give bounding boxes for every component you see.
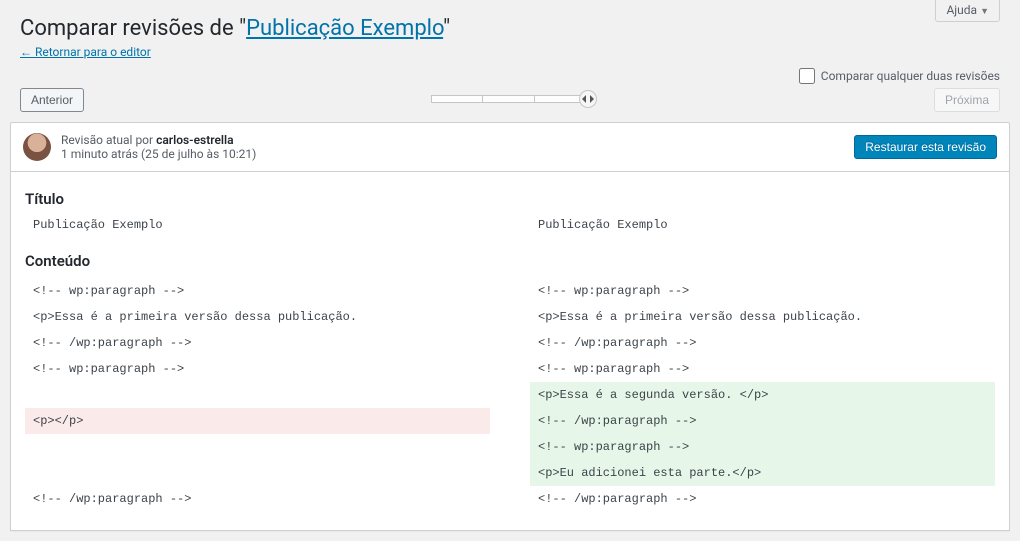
title-right: Publicação Exemplo — [530, 216, 995, 234]
diff-left-cell: <!-- /wp:paragraph --> — [25, 486, 490, 512]
diff-left-cell: <p>Essa é a primeira versão dessa public… — [25, 304, 490, 330]
revision-slider-wrap — [84, 95, 934, 105]
diff-left-cell — [25, 382, 490, 408]
revision-time-absolute: (25 de julho às 10:21) — [138, 147, 256, 161]
previous-button[interactable]: Anterior — [20, 88, 84, 112]
diff-right-cell: <p>Eu adicionei esta parte.</p> — [530, 460, 995, 486]
title-left: Publicação Exemplo — [25, 216, 490, 234]
chevron-down-icon: ▼ — [980, 7, 989, 17]
revision-meta-bar: Revisão atual por carlos-estrella 1 minu… — [10, 122, 1010, 172]
diff-left-cell: <p></p> — [25, 408, 490, 434]
revision-slider[interactable] — [431, 95, 587, 105]
page-title: Comparar revisões de "Publicação Exemplo… — [20, 16, 1000, 41]
content-diff: <!-- wp:paragraph --> <!-- wp:paragraph -… — [25, 278, 995, 512]
diff-left-cell: <!-- wp:paragraph --> — [25, 278, 490, 304]
diff-section-content: Conteúdo — [25, 252, 995, 270]
diff-right-cell: <!-- wp:paragraph --> — [530, 278, 995, 304]
page-title-suffix: " — [443, 16, 450, 41]
next-button: Próxima — [934, 88, 1000, 112]
revision-time-relative: 1 minuto atrás — [61, 147, 138, 161]
diff-left-cell — [25, 434, 490, 460]
diff-right-cell: <!-- wp:paragraph --> — [530, 434, 995, 460]
revision-meta-text: Revisão atual por carlos-estrella 1 minu… — [61, 133, 256, 161]
diff-right-cell: <!-- /wp:paragraph --> — [530, 330, 995, 356]
avatar — [23, 133, 51, 161]
slider-segment — [483, 95, 535, 103]
revision-author: carlos-estrella — [156, 133, 234, 147]
help-tab[interactable]: Ajuda▼ — [935, 0, 1000, 22]
diff-right-cell: <!-- wp:paragraph --> — [530, 356, 995, 382]
diff-section-title: Título — [25, 190, 995, 208]
page-title-prefix: Comparar revisões de " — [20, 16, 246, 41]
diff-right-cell: <!-- /wp:paragraph --> — [530, 486, 995, 512]
return-to-editor-link[interactable]: ← Retornar para o editor — [20, 45, 151, 59]
diff-right-cell: <p>Essa é a primeira versão dessa public… — [530, 304, 995, 330]
diff-left-cell — [25, 460, 490, 486]
diff-left-cell: <!-- wp:paragraph --> — [25, 356, 490, 382]
title-diff: Publicação Exemplo Publicação Exemplo — [25, 216, 995, 234]
diff-left-cell: <!-- /wp:paragraph --> — [25, 330, 490, 356]
diff-panel: Título Publicação Exemplo Publicação Exe… — [10, 172, 1010, 531]
restore-revision-button[interactable]: Restaurar esta revisão — [854, 135, 997, 159]
slider-handle[interactable] — [579, 90, 597, 108]
revision-meta-prefix: Revisão atual por — [61, 133, 156, 147]
diff-right-cell: <!-- /wp:paragraph --> — [530, 408, 995, 434]
post-title-link[interactable]: Publicação Exemplo — [246, 16, 443, 41]
compare-two-checkbox[interactable] — [799, 68, 815, 84]
diff-right-cell: <p>Essa é a segunda versão. </p> — [530, 382, 995, 408]
compare-two-label: Comparar qualquer duas revisões — [821, 69, 1000, 83]
help-label: Ajuda — [946, 3, 977, 17]
slider-segment — [431, 95, 483, 103]
compare-two-revisions-toggle[interactable]: Comparar qualquer duas revisões — [799, 68, 1000, 84]
